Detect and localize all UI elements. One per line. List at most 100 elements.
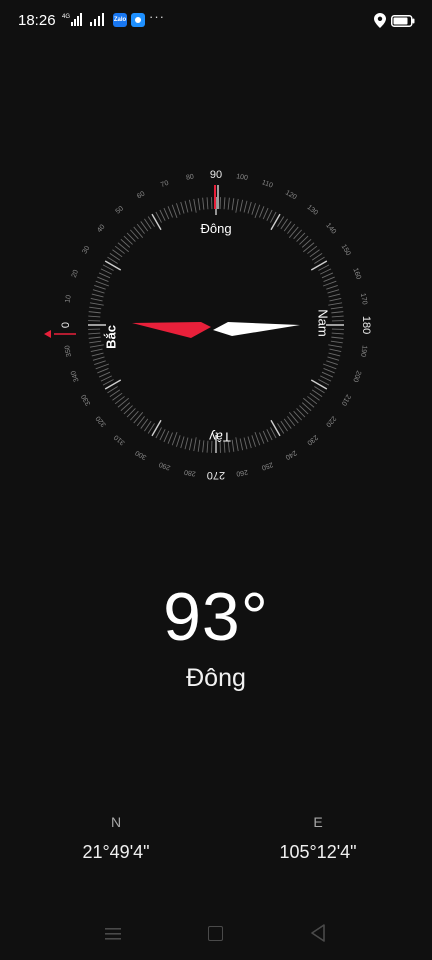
tick-mark	[328, 352, 341, 357]
tick-mark	[88, 315, 101, 318]
more-icon: ···	[149, 9, 165, 24]
signal-icon	[90, 13, 104, 26]
cardinal-south: Nam	[316, 309, 331, 336]
tick-mark	[262, 207, 269, 220]
degree-label: 10	[64, 294, 72, 303]
tick-mark	[176, 435, 181, 447]
heading-degrees: 93°	[163, 579, 269, 655]
degree-label: 50	[115, 205, 126, 215]
tick-mark	[167, 432, 173, 444]
degree-label: 90	[210, 169, 222, 181]
tick-mark	[88, 311, 101, 314]
zalo-icon: Zalo	[113, 13, 127, 27]
tick-mark	[266, 429, 273, 441]
tick-mark	[331, 311, 344, 314]
degree-label: 280	[184, 468, 197, 477]
latitude-label: N	[110, 814, 122, 830]
tick-mark	[320, 268, 332, 275]
tick-mark	[329, 297, 342, 302]
tick-mark	[117, 397, 129, 408]
tick-mark	[193, 437, 197, 452]
home-icon[interactable]	[208, 926, 223, 941]
tick-mark	[89, 306, 102, 310]
tick-mark	[251, 435, 256, 447]
tick-mark	[97, 368, 109, 374]
tick-mark	[94, 285, 106, 290]
back-icon[interactable]	[310, 924, 326, 942]
degree-label: 170	[359, 293, 368, 306]
compass-dial[interactable]: 0 10 20 30 40 50 60 70 80 90 100 110 120 130 140150 160…	[36, 145, 396, 505]
degree-label: 60	[136, 190, 146, 200]
degree-label: 250	[260, 460, 273, 471]
tick-mark	[328, 293, 341, 298]
tick-mark	[98, 272, 111, 279]
status-time: 18:26	[18, 12, 56, 29]
tick-mark	[98, 371, 111, 378]
tick-mark	[89, 302, 104, 306]
tick-mark	[331, 336, 344, 339]
tick-mark	[159, 209, 166, 221]
tick-mark	[323, 368, 335, 374]
tick-mark	[88, 336, 101, 339]
tick-mark	[239, 199, 244, 212]
tick-mark	[197, 198, 201, 211]
tick-mark	[310, 379, 328, 390]
tick-mark	[223, 197, 226, 210]
tick-mark	[327, 289, 340, 294]
tick-mark	[235, 437, 239, 452]
tick-mark	[95, 363, 110, 370]
tick-mark	[231, 439, 235, 452]
heading-direction: Đông	[186, 664, 246, 692]
tick-mark	[180, 436, 185, 449]
tick-mark	[259, 206, 265, 218]
tick-mark	[303, 397, 315, 408]
tick-mark	[262, 430, 269, 443]
tick-mark	[94, 360, 106, 365]
heading-marker-icon	[44, 330, 51, 338]
longitude-label: E	[313, 814, 323, 830]
tick-mark	[254, 431, 261, 446]
degree-label: 320	[95, 414, 108, 428]
tick-mark	[193, 198, 197, 213]
tick-mark	[100, 375, 112, 382]
tick-mark	[328, 344, 343, 348]
tick-mark	[92, 289, 105, 294]
tick-mark	[97, 276, 109, 282]
tick-mark	[202, 197, 205, 210]
tick-mark	[327, 356, 340, 361]
tick-mark	[328, 302, 343, 306]
longitude-value: 105°12'4"	[279, 842, 357, 862]
tick-mark	[163, 430, 170, 443]
tick-mark	[133, 412, 144, 424]
degree-label: 0	[60, 322, 72, 328]
tick-mark	[266, 209, 273, 221]
tick-mark	[95, 280, 110, 287]
tick-mark	[171, 204, 178, 219]
degree-label: 300	[134, 449, 148, 461]
menu-icon[interactable]	[105, 927, 121, 941]
tick-mark	[331, 315, 344, 318]
degree-label: 200	[351, 369, 362, 382]
degree-label: 110	[261, 179, 274, 189]
degree-label: 30	[81, 245, 91, 255]
tick-mark	[321, 371, 334, 378]
degree-label: 260	[236, 468, 249, 477]
tick-mark	[323, 276, 335, 282]
degree-label: 120	[284, 189, 298, 201]
tick-mark	[159, 429, 166, 441]
degree-label: 150	[340, 243, 352, 257]
tick-mark	[180, 201, 185, 214]
tick-mark	[206, 197, 209, 210]
degree-label: 230	[305, 433, 319, 446]
degree-label: 240	[284, 449, 298, 461]
degree-label: 330	[80, 393, 92, 407]
tick-mark	[247, 436, 252, 449]
degree-label: 350	[64, 345, 73, 358]
tick-mark	[243, 200, 248, 213]
tick-mark	[167, 206, 173, 218]
tick-mark	[326, 285, 338, 290]
tick-mark	[91, 352, 104, 357]
degree-label: 180	[360, 316, 372, 334]
tick-mark	[202, 440, 205, 453]
degree-label: 130	[305, 204, 319, 217]
